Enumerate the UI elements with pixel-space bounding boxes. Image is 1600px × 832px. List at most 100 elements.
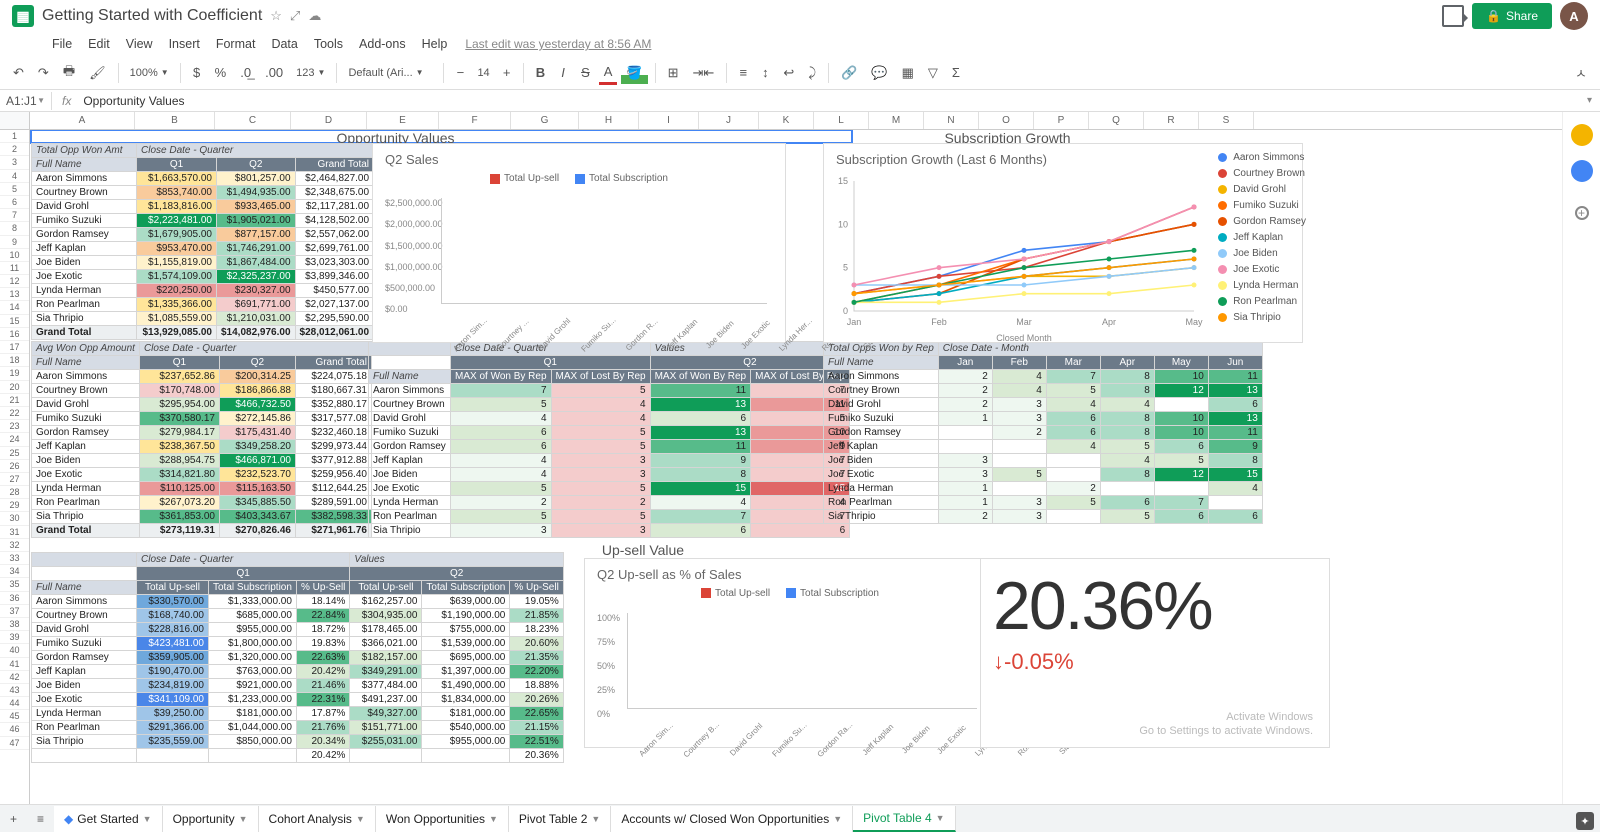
row-header[interactable]: 19 — [0, 367, 29, 380]
cell[interactable]: Gordon Ramsey — [32, 426, 140, 440]
cell[interactable]: Lynda Herman — [32, 707, 137, 721]
cell[interactable]: 17.87% — [296, 707, 349, 721]
row-header[interactable]: 44 — [0, 697, 29, 710]
cell[interactable]: Fumiko Suzuki — [824, 412, 939, 426]
cell[interactable]: 11 — [1208, 426, 1262, 440]
zoom-select[interactable]: 100%▼ — [126, 65, 173, 81]
cell[interactable]: $112,644.25 — [295, 482, 371, 496]
cell[interactable]: 5 — [551, 482, 650, 496]
row-header[interactable]: 2 — [0, 143, 29, 156]
formula-input[interactable]: Opportunity Values — [81, 92, 1579, 110]
tab-menu-icon[interactable]: ▼ — [143, 814, 152, 824]
cell[interactable] — [938, 440, 992, 454]
cell[interactable] — [369, 342, 451, 356]
cell[interactable]: 19.83% — [296, 637, 349, 651]
cell[interactable]: Q2 — [650, 356, 850, 370]
format-currency-button[interactable]: $ — [188, 62, 206, 83]
tab-opportunity[interactable]: Opportunity▼ — [163, 806, 259, 832]
doc-title[interactable]: Getting Started with Coefficient — [42, 7, 262, 25]
cell[interactable]: $1,574,109.00 — [137, 270, 217, 284]
cell[interactable]: 6 — [650, 524, 751, 538]
cell[interactable]: 2 — [551, 496, 650, 510]
cell[interactable]: 20.26% — [510, 693, 563, 707]
cell[interactable] — [1046, 510, 1100, 524]
cell[interactable]: $1,663,570.00 — [137, 172, 217, 186]
cell[interactable]: 5 — [1154, 454, 1208, 468]
cell[interactable]: 22.65% — [510, 707, 563, 721]
cell[interactable]: Total Opp Won Amt — [32, 144, 137, 158]
cell[interactable]: $1,210,031.00 — [217, 312, 296, 326]
cell[interactable]: $273,119.31 — [139, 524, 219, 538]
cell[interactable]: $3,899,346.00 — [295, 270, 374, 284]
cell[interactable]: $110,125.00 — [139, 482, 219, 496]
increase-decimal-button[interactable]: .00 — [260, 62, 288, 83]
cell[interactable] — [137, 749, 209, 763]
cell[interactable]: Lynda Herman — [32, 284, 137, 298]
print-button[interactable]: 🖶 — [58, 59, 80, 87]
cell[interactable]: 1 — [938, 412, 992, 426]
row-header[interactable]: 26 — [0, 460, 29, 473]
cell[interactable]: David Grohl — [824, 398, 939, 412]
row-header[interactable]: 24 — [0, 433, 29, 446]
col-header[interactable]: D — [291, 112, 367, 129]
cell[interactable]: 5 — [1046, 496, 1100, 510]
cell[interactable]: $341,109.00 — [137, 693, 209, 707]
row-header[interactable]: 34 — [0, 565, 29, 578]
cell[interactable]: Q1 — [137, 567, 350, 581]
row-header[interactable]: 9 — [0, 236, 29, 249]
cell[interactable] — [209, 749, 297, 763]
cell[interactable]: $2,464,827.00 — [295, 172, 374, 186]
cell[interactable]: Ron Pearlman — [369, 510, 451, 524]
share-button[interactable]: 🔒Share — [1472, 3, 1552, 29]
collapse-button[interactable]: ㅅ — [1570, 60, 1592, 85]
cell[interactable]: $2,557,062.00 — [295, 228, 374, 242]
cell[interactable]: $1,233,000.00 — [209, 693, 297, 707]
cell[interactable]: 8 — [1100, 468, 1154, 482]
col-header[interactable]: N — [924, 112, 979, 129]
row-header[interactable]: 21 — [0, 394, 29, 407]
meet-icon[interactable] — [1442, 5, 1464, 27]
bold-button[interactable]: B — [531, 62, 550, 83]
row-header[interactable]: 11 — [0, 262, 29, 275]
cell[interactable]: $238,367.50 — [139, 440, 219, 454]
cell[interactable]: Feb — [992, 356, 1046, 370]
cell[interactable]: 10 — [1154, 412, 1208, 426]
row-header[interactable]: 37 — [0, 605, 29, 618]
row-header[interactable]: 36 — [0, 592, 29, 605]
cell[interactable]: Joe Biden — [824, 454, 939, 468]
cell[interactable]: $178,465.00 — [350, 623, 422, 637]
cell[interactable]: 8 — [650, 468, 751, 482]
cell[interactable]: $1,320,000.00 — [209, 651, 297, 665]
row-header[interactable]: 38 — [0, 618, 29, 631]
cell[interactable]: Jun — [1208, 356, 1262, 370]
cell[interactable]: $314,821.80 — [139, 468, 219, 482]
cell[interactable]: Mar — [1046, 356, 1100, 370]
row-header[interactable]: 23 — [0, 420, 29, 433]
chart-q2_upsell_pct[interactable]: Q2 Up-sell as % of SalesTotal Up-sellTot… — [584, 558, 996, 748]
cell[interactable]: Grand Total — [295, 356, 371, 370]
cell[interactable]: Fumiko Suzuki — [32, 214, 137, 228]
tab-menu-icon[interactable]: ▼ — [239, 814, 248, 824]
row-header[interactable]: 29 — [0, 499, 29, 512]
cell[interactable]: $933,465.00 — [217, 200, 296, 214]
cell[interactable]: 5 — [551, 440, 650, 454]
font-size[interactable]: 14 — [473, 65, 493, 81]
cell[interactable]: $272,145.86 — [219, 412, 295, 426]
cell[interactable]: 6 — [1046, 426, 1100, 440]
cell[interactable]: $755,000.00 — [422, 623, 510, 637]
cell[interactable]: 3 — [451, 524, 552, 538]
cell[interactable]: $49,327.00 — [350, 707, 422, 721]
menu-tools[interactable]: Tools — [308, 34, 349, 54]
cell[interactable]: $182,157.00 — [350, 651, 422, 665]
cell[interactable]: Total Subscription — [209, 581, 297, 595]
cell[interactable]: $1,490,000.00 — [422, 679, 510, 693]
cell[interactable]: Q1 — [451, 356, 651, 370]
row-header[interactable]: 28 — [0, 486, 29, 499]
cell[interactable]: $186,866.88 — [219, 384, 295, 398]
row-header[interactable]: 40 — [0, 644, 29, 657]
cell[interactable]: David Grohl — [32, 623, 137, 637]
cell[interactable]: $200,314.25 — [219, 370, 295, 384]
cell[interactable]: Total Up-sell — [137, 581, 209, 595]
cell[interactable] — [992, 482, 1046, 496]
cell[interactable]: Grand Total — [32, 326, 137, 340]
